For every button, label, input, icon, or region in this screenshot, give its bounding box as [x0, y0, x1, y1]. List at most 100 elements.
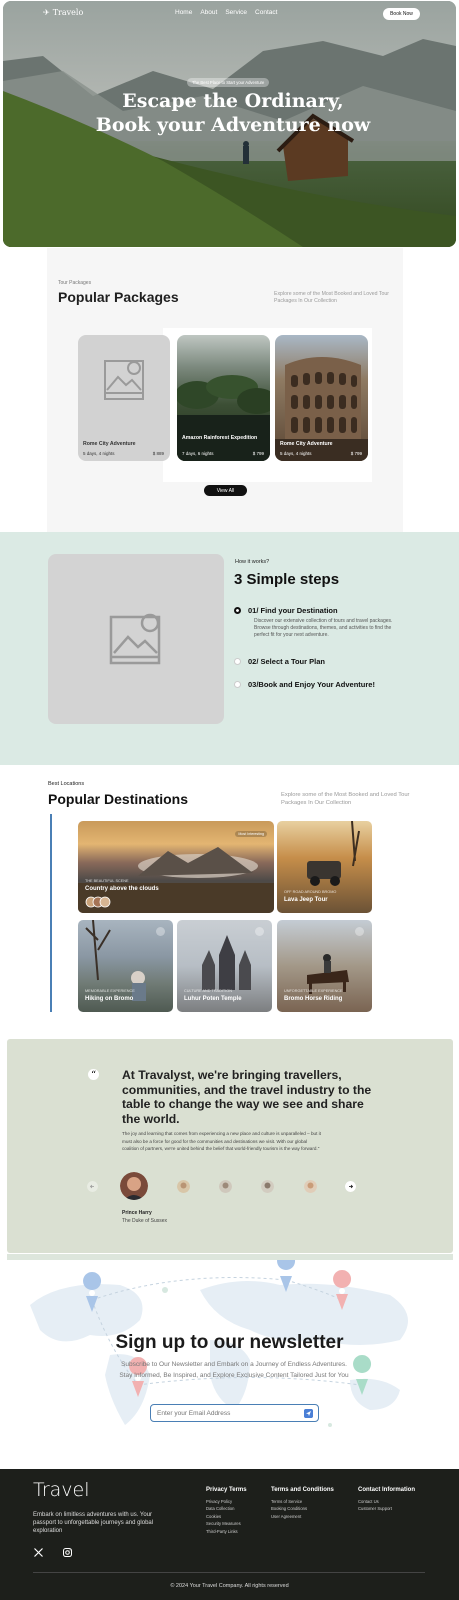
destination-subtitle: MEMORABLE EXPERIENCE — [85, 989, 135, 993]
step-label: 02/ Select a Tour Plan — [248, 657, 325, 666]
package-card[interactable]: Rome City Adventure 5 days, 4 nights $ 8… — [78, 335, 170, 461]
footer-column-title: Privacy Terms — [206, 1487, 247, 1493]
packages-eyebrow: Tour Packages — [58, 280, 92, 286]
destinations-title: Popular Destinations — [48, 791, 189, 807]
email-input[interactable] — [157, 1409, 297, 1417]
nav-link-contact[interactable]: Contact — [255, 9, 277, 16]
package-duration: 7 days, 6 nights — [182, 451, 214, 456]
instagram-icon[interactable] — [62, 1547, 73, 1558]
package-title: Amazon Rainforest Expedition — [182, 435, 258, 441]
destination-subtitle: CULTURE AND TRADITION — [184, 989, 232, 993]
testimonial-section: “ At Travalyst, we're bringing traveller… — [7, 1039, 453, 1260]
destination-card[interactable]: UNFORGETTABLE EXPERIENCE Bromo Horse Rid… — [277, 920, 372, 1012]
testimonial-person-name: Prince Harry — [122, 1210, 152, 1216]
destination-card[interactable]: Most Interesting THE BEAUTIFUL SCENE Cou… — [78, 821, 274, 913]
avatar[interactable] — [219, 1180, 232, 1193]
newsletter-description: Subscribe to Our Newsletter and Embark o… — [119, 1361, 349, 1379]
hero-tagline-pill: The Best Place to Start your Adventure — [187, 78, 270, 87]
footer-column-contact: Contact Information Contact Us Customer … — [358, 1487, 415, 1513]
step-radio-selected[interactable] — [234, 607, 241, 614]
avatar[interactable] — [304, 1180, 317, 1193]
hero-title: Escape the Ordinary, Book your Adventure… — [63, 89, 403, 137]
step-description: Discover our extensive collection of tou… — [254, 618, 393, 638]
footer-link-third-party[interactable]: Third-Party Links — [206, 1528, 247, 1535]
testimonial-headline: At Travalyst, we're bringing travellers,… — [122, 1068, 372, 1126]
newsletter-form — [150, 1404, 319, 1422]
footer-link-security-measures[interactable]: Security Measures — [206, 1520, 247, 1527]
how-it-works-section: How it works? 3 Simple steps 01/ Find yo… — [0, 532, 459, 765]
view-all-button[interactable]: View All — [204, 485, 247, 496]
package-card[interactable]: Rome City Adventure 5 days, 4 nights $ 7… — [275, 335, 368, 461]
steps-title: 3 Simple steps — [234, 571, 340, 588]
footer-column-title: Terms and Conditions — [271, 1487, 334, 1493]
destination-name: Lava Jeep Tour — [284, 897, 328, 903]
step-radio[interactable] — [234, 658, 241, 665]
nav-link-home[interactable]: Home — [175, 9, 192, 16]
footer-link-booking-conditions[interactable]: Booking Conditions — [271, 1505, 334, 1512]
package-title: Rome City Adventure — [280, 441, 333, 447]
steps-eyebrow: How it works? — [235, 559, 270, 565]
step-item-1[interactable]: 01/ Find your Destination — [234, 606, 338, 615]
footer-link-terms-of-service[interactable]: Terms of Service — [271, 1498, 334, 1505]
footer: Travel Embark on limitless adventures wi… — [0, 1469, 459, 1600]
nav-links: Home About Service Contact — [175, 9, 277, 16]
hero-section: ✈ Travelo Home About Service Contact Boo… — [3, 1, 456, 247]
nav-link-service[interactable]: Service — [225, 9, 247, 16]
nav-link-about[interactable]: About — [200, 9, 217, 16]
destination-subtitle: UNFORGETTABLE EXPERIENCE — [284, 989, 343, 993]
card-option-dot[interactable] — [255, 927, 264, 936]
step-item-2[interactable]: 02/ Select a Tour Plan — [234, 657, 325, 666]
footer-link-contact-us[interactable]: Contact Us — [358, 1498, 415, 1505]
brand-name: Travelo — [52, 8, 84, 17]
footer-link-user-agreement[interactable]: User Agreement — [271, 1513, 334, 1520]
newsletter-section: Sign up to our newsletter Subscribe to O… — [0, 1260, 459, 1469]
avatar-active[interactable] — [120, 1172, 148, 1200]
footer-link-cookies[interactable]: Cookies — [206, 1513, 247, 1520]
step-label: 01/ Find your Destination — [248, 606, 338, 615]
send-icon[interactable] — [304, 1409, 313, 1418]
previous-arrow-icon[interactable] — [87, 1181, 98, 1192]
hero-title-line-2: Book your Adventure now — [95, 114, 371, 136]
step-radio[interactable] — [234, 681, 241, 688]
package-image — [177, 375, 270, 461]
next-arrow-icon[interactable] — [345, 1181, 356, 1192]
testimonial-body: The joy and learning that comes from exp… — [122, 1131, 321, 1151]
destination-name: Bromo Horse Riding — [284, 996, 343, 1002]
footer-link-privacy-policy[interactable]: Privacy Policy — [206, 1498, 247, 1505]
package-price: $ 799 — [252, 451, 264, 456]
plane-icon: ✈ — [43, 8, 50, 17]
destinations-description: Explore some of the Most Booked and Love… — [281, 792, 410, 806]
package-card[interactable]: Amazon Rainforest Expedition 7 days, 6 n… — [177, 335, 270, 461]
destination-name: Luhur Poten Temple — [184, 996, 242, 1002]
footer-link-customer-support[interactable]: Customer Support — [358, 1505, 415, 1512]
book-now-button[interactable]: Book Now — [383, 8, 420, 20]
packages-title: Popular Packages — [58, 289, 179, 305]
step-item-3[interactable]: 03/Book and Enjoy Your Adventure! — [234, 680, 375, 689]
steps-image-placeholder — [48, 554, 224, 724]
package-title: Rome City Adventure — [83, 441, 136, 447]
hero-title-line-1: Escape the Ordinary, — [122, 90, 344, 112]
destinations-eyebrow: Best Locations — [48, 781, 85, 787]
newsletter-title: Sign up to our newsletter — [115, 1332, 344, 1353]
x-icon[interactable] — [33, 1547, 44, 1558]
package-price: $ 799 — [350, 451, 362, 456]
card-option-dot[interactable] — [156, 927, 165, 936]
footer-divider — [33, 1572, 425, 1573]
brand-logo[interactable]: ✈ Travelo — [43, 8, 83, 17]
destination-card[interactable]: MEMORABLE EXPERIENCE Hiking on Bromo — [78, 920, 173, 1012]
destination-card[interactable]: CULTURE AND TRADITION Luhur Poten Temple — [177, 920, 272, 1012]
footer-link-data-collection[interactable]: Data Collection — [206, 1505, 247, 1512]
step-label: 03/Book and Enjoy Your Adventure! — [248, 680, 375, 689]
footer-column-privacy: Privacy Terms Privacy Policy Data Collec… — [206, 1487, 247, 1535]
quote-icon: “ — [88, 1069, 99, 1081]
package-duration: 5 days, 4 nights — [280, 451, 312, 456]
card-option-dot[interactable] — [355, 927, 364, 936]
footer-column-terms: Terms and Conditions Terms of Service Bo… — [271, 1487, 334, 1520]
destination-name: Country above the clouds — [85, 886, 159, 892]
footer-brand: Travel — [33, 1479, 90, 1501]
destination-card[interactable]: OFF ROAD AROUND BROMO Lava Jeep Tour — [277, 821, 372, 913]
footer-copyright: © 2024 Your Travel Company. All rights r… — [170, 1583, 289, 1589]
top-navigation: ✈ Travelo Home About Service Contact Boo… — [3, 1, 456, 27]
avatar[interactable] — [261, 1180, 274, 1193]
avatar[interactable] — [177, 1180, 190, 1193]
